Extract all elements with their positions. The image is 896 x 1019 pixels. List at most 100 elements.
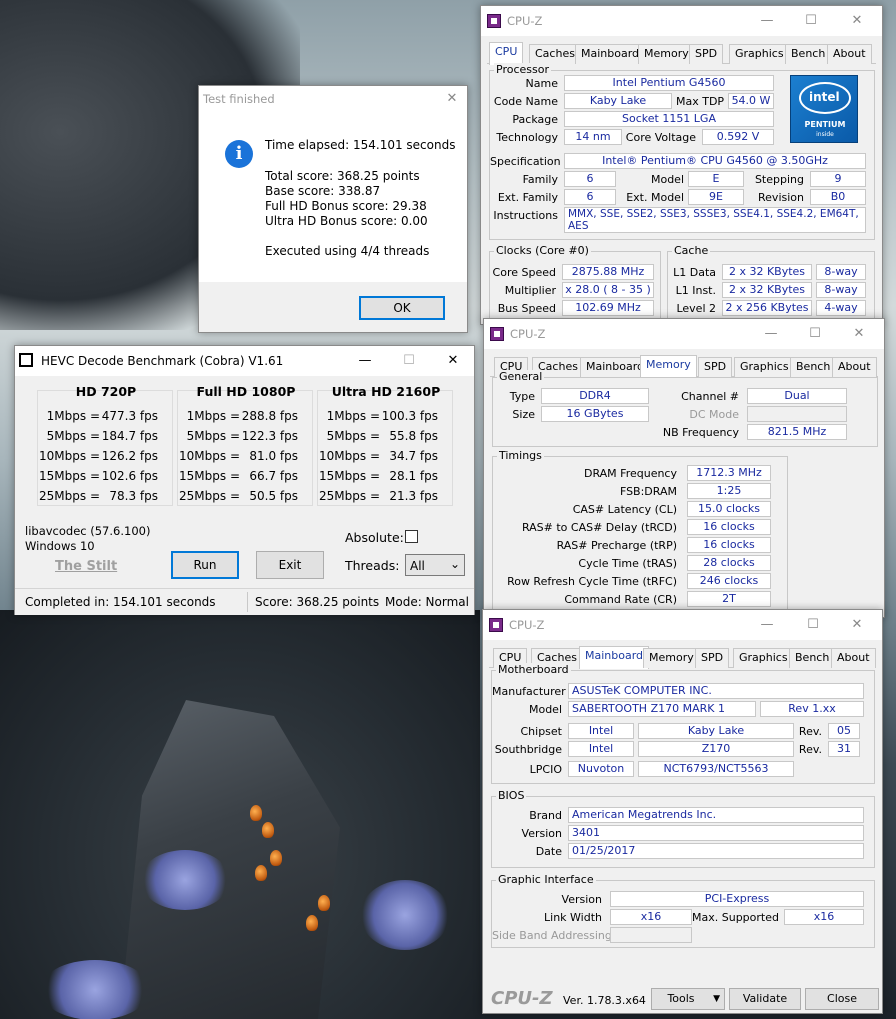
column-header: Full HD 1080P bbox=[196, 384, 296, 399]
gi-version-label: Version bbox=[561, 893, 602, 906]
threads-select[interactable]: All ⌄ bbox=[405, 554, 465, 576]
tab-spd[interactable]: SPD bbox=[695, 648, 730, 668]
clocks-group: Clocks (Core #0) Core Speed 2875.88 MHz … bbox=[489, 244, 661, 321]
close-icon[interactable]: ✕ bbox=[848, 616, 866, 634]
minimize-icon[interactable]: — bbox=[758, 12, 776, 30]
technology-label: Technology bbox=[496, 131, 558, 144]
status-divider bbox=[247, 592, 248, 612]
logo-intel-text: intel bbox=[809, 90, 840, 104]
fps-value: 477.3 fps bbox=[101, 409, 158, 423]
multiplier-value: x 28.0 ( 8 - 35 ) bbox=[562, 282, 654, 298]
close-icon[interactable]: ✕ bbox=[443, 90, 461, 108]
threads-select-value: All bbox=[410, 559, 425, 573]
timing-value: 16 clocks bbox=[687, 537, 771, 553]
fullhd-bonus-text: Full HD Bonus score: 29.38 bbox=[265, 199, 427, 213]
os-text: Windows 10 bbox=[25, 539, 95, 553]
tab-graphics[interactable]: Graphics bbox=[734, 357, 795, 377]
bios-group: BIOS Brand American Megatrends Inc. Vers… bbox=[491, 789, 875, 868]
channel-label: Channel # bbox=[681, 390, 739, 403]
cpuz-memory-window: CPU-Z — ☐ ✕ CPU Caches Mainboard Memory … bbox=[483, 318, 885, 618]
author-link[interactable]: The Stilt bbox=[55, 559, 117, 574]
tab-bench[interactable]: Bench bbox=[790, 357, 837, 377]
cpuz-app-icon bbox=[487, 14, 501, 28]
maximize-icon[interactable]: ☐ bbox=[804, 616, 822, 634]
bitrate-label: 15Mbps = bbox=[319, 469, 380, 483]
timing-label: Command Rate (CR) bbox=[564, 593, 677, 606]
tab-graphics[interactable]: Graphics bbox=[733, 648, 794, 668]
bitrate-label: 15Mbps = bbox=[179, 469, 240, 483]
tab-caches[interactable]: Caches bbox=[529, 44, 581, 64]
tab-about[interactable]: About bbox=[827, 44, 872, 64]
southbridge-label: Southbridge bbox=[494, 743, 562, 756]
bios-date-label: Date bbox=[535, 845, 562, 858]
tab-about[interactable]: About bbox=[831, 648, 876, 668]
tab-graphics[interactable]: Graphics bbox=[729, 44, 790, 64]
tab-bench[interactable]: Bench bbox=[789, 648, 836, 668]
tab-mainboard[interactable]: Mainboard bbox=[579, 646, 650, 669]
base-score-text: Base score: 338.87 bbox=[265, 184, 381, 198]
l1data-label: L1 Data bbox=[673, 266, 716, 279]
tab-mainboard[interactable]: Mainboard bbox=[575, 44, 646, 64]
tab-spd[interactable]: SPD bbox=[689, 44, 724, 64]
cpuz-app-icon bbox=[490, 327, 504, 341]
cpuz-version: Ver. 1.78.3.x64 bbox=[563, 994, 646, 1007]
bitrate-label: 1Mbps = bbox=[46, 409, 100, 423]
tab-spd[interactable]: SPD bbox=[698, 357, 733, 377]
size-label: Size bbox=[512, 408, 535, 421]
cache-group: Cache L1 Data 2 x 32 KBytes 8-way L1 Ins… bbox=[667, 244, 875, 321]
group-label: Timings bbox=[497, 449, 544, 462]
title-bar: Test finished ✕ bbox=[199, 86, 467, 114]
tab-bench[interactable]: Bench bbox=[785, 44, 832, 64]
exit-button[interactable]: Exit bbox=[256, 551, 324, 579]
tab-memory[interactable]: Memory bbox=[638, 44, 695, 64]
minimize-icon[interactable]: — bbox=[762, 325, 780, 343]
timing-value: 246 clocks bbox=[687, 573, 771, 589]
maximize-icon[interactable]: ☐ bbox=[802, 12, 820, 30]
dialog-content: i Time elapsed: 154.101 seconds Total sc… bbox=[199, 114, 467, 282]
close-icon[interactable]: ✕ bbox=[444, 352, 462, 370]
close-icon[interactable]: ✕ bbox=[848, 12, 866, 30]
close-icon[interactable]: ✕ bbox=[850, 325, 868, 343]
validate-button[interactable]: Validate bbox=[729, 988, 801, 1010]
total-score-text: Total score: 368.25 points bbox=[265, 169, 420, 183]
bitrate-label: 5Mbps = bbox=[186, 429, 240, 443]
group-label: Cache bbox=[672, 244, 711, 257]
maximize-icon[interactable]: ☐ bbox=[806, 325, 824, 343]
bitrate-label: 15Mbps = bbox=[39, 469, 100, 483]
tools-button[interactable]: Tools ▼ bbox=[651, 988, 725, 1010]
package-value: Socket 1151 LGA bbox=[564, 111, 774, 127]
absolute-checkbox[interactable] bbox=[405, 530, 418, 543]
bitrate-label: 5Mbps = bbox=[46, 429, 100, 443]
timing-label: Cycle Time (tRAS) bbox=[578, 557, 677, 570]
status-mode: Mode: Normal bbox=[385, 595, 469, 609]
timing-label: Row Refresh Cycle Time (tRFC) bbox=[507, 575, 677, 588]
bitrate-label: 25Mbps = bbox=[179, 489, 240, 503]
run-button[interactable]: Run bbox=[171, 551, 239, 579]
minimize-icon[interactable]: — bbox=[758, 616, 776, 634]
fps-value: 55.8 fps bbox=[389, 429, 438, 443]
cpuz-footer-brand: CPU-Z bbox=[491, 988, 553, 1009]
bitrate-label: 1Mbps = bbox=[186, 409, 240, 423]
wallpaper-bulb bbox=[255, 865, 267, 881]
maximize-icon[interactable]: ☐ bbox=[400, 352, 418, 370]
chipset-vendor-value: Intel bbox=[568, 723, 634, 739]
chipset-rev-value: 05 bbox=[828, 723, 860, 739]
sideband-label: Side Band Addressing bbox=[492, 929, 612, 942]
linkwidth-value: x16 bbox=[610, 909, 692, 925]
minimize-icon[interactable]: — bbox=[356, 352, 374, 370]
fps-value: 66.7 fps bbox=[249, 469, 298, 483]
manufacturer-value: ASUSTeK COMPUTER INC. bbox=[568, 683, 864, 699]
tab-memory[interactable]: Memory bbox=[643, 648, 700, 668]
tab-about[interactable]: About bbox=[832, 357, 877, 377]
tab-memory[interactable]: Memory bbox=[640, 355, 697, 378]
busspeed-label: Bus Speed bbox=[497, 302, 556, 315]
motherboard-group: Motherboard Manufacturer ASUSTeK COMPUTE… bbox=[491, 663, 875, 784]
model-label: Model bbox=[528, 703, 562, 716]
close-button[interactable]: Close bbox=[805, 988, 879, 1010]
test-finished-dialog: Test finished ✕ i Time elapsed: 154.101 … bbox=[198, 85, 468, 333]
ok-button[interactable]: OK bbox=[359, 296, 445, 320]
tab-cpu[interactable]: CPU bbox=[489, 42, 524, 65]
maxtdp-label: Max TDP bbox=[676, 95, 725, 108]
nbfreq-value: 821.5 MHz bbox=[747, 424, 847, 440]
bitrate-label: 10Mbps = bbox=[39, 449, 100, 463]
